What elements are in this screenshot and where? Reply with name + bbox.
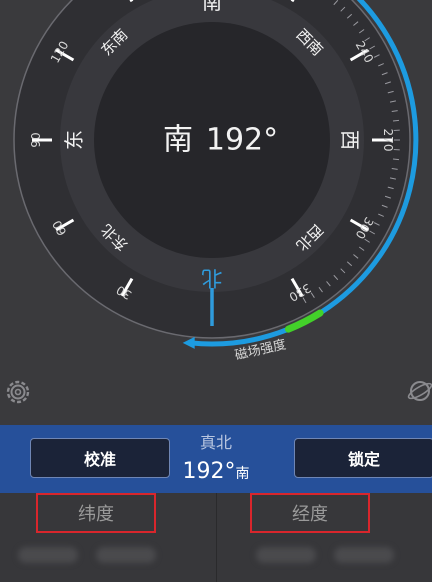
compass-dial: 磁场强度南西南西西北北东北东东南240270300330306090120150… — [13, 0, 419, 364]
globe-icon[interactable] — [404, 376, 432, 404]
location-panel: 纬度 经度 — [0, 493, 432, 582]
cardinal-label: 南 — [202, 0, 222, 14]
magnetic-arrow — [182, 336, 195, 349]
compass-screen: 磁场强度南西南西西北北东北东东南240270300330306090120150… — [0, 0, 432, 582]
latitude-value-blurred — [18, 547, 78, 563]
heading-degrees: 192° — [182, 459, 236, 484]
north-reference-label: 真北 — [199, 433, 232, 452]
longitude-value-blurred — [334, 547, 394, 563]
latitude-label: 纬度 — [36, 493, 156, 533]
longitude-label: 经度 — [250, 493, 370, 533]
center-direction: 南 — [163, 123, 193, 158]
cardinal-label: 西 — [338, 130, 362, 150]
panel-divider — [216, 493, 217, 582]
heading-readout: 192°南 — [156, 459, 276, 484]
latitude-value-blurred — [96, 547, 156, 563]
heading-direction: 南 — [235, 466, 250, 482]
longitude-value-blurred — [256, 547, 316, 563]
cardinal-label: 北 — [202, 266, 223, 290]
degree-label: 270 — [381, 129, 395, 152]
center-degrees: 192° — [206, 123, 278, 158]
calibrate-button[interactable]: 校准 — [30, 438, 170, 478]
cardinal-label: 东 — [62, 130, 86, 150]
lock-button[interactable]: 锁定 — [294, 438, 432, 478]
gear-icon[interactable] — [2, 376, 34, 408]
fine-tick — [392, 158, 400, 161]
control-bar: 校准 真北 192°南 锁定 — [0, 425, 432, 493]
fine-tick — [392, 119, 400, 122]
degree-label: 90 — [29, 132, 43, 147]
